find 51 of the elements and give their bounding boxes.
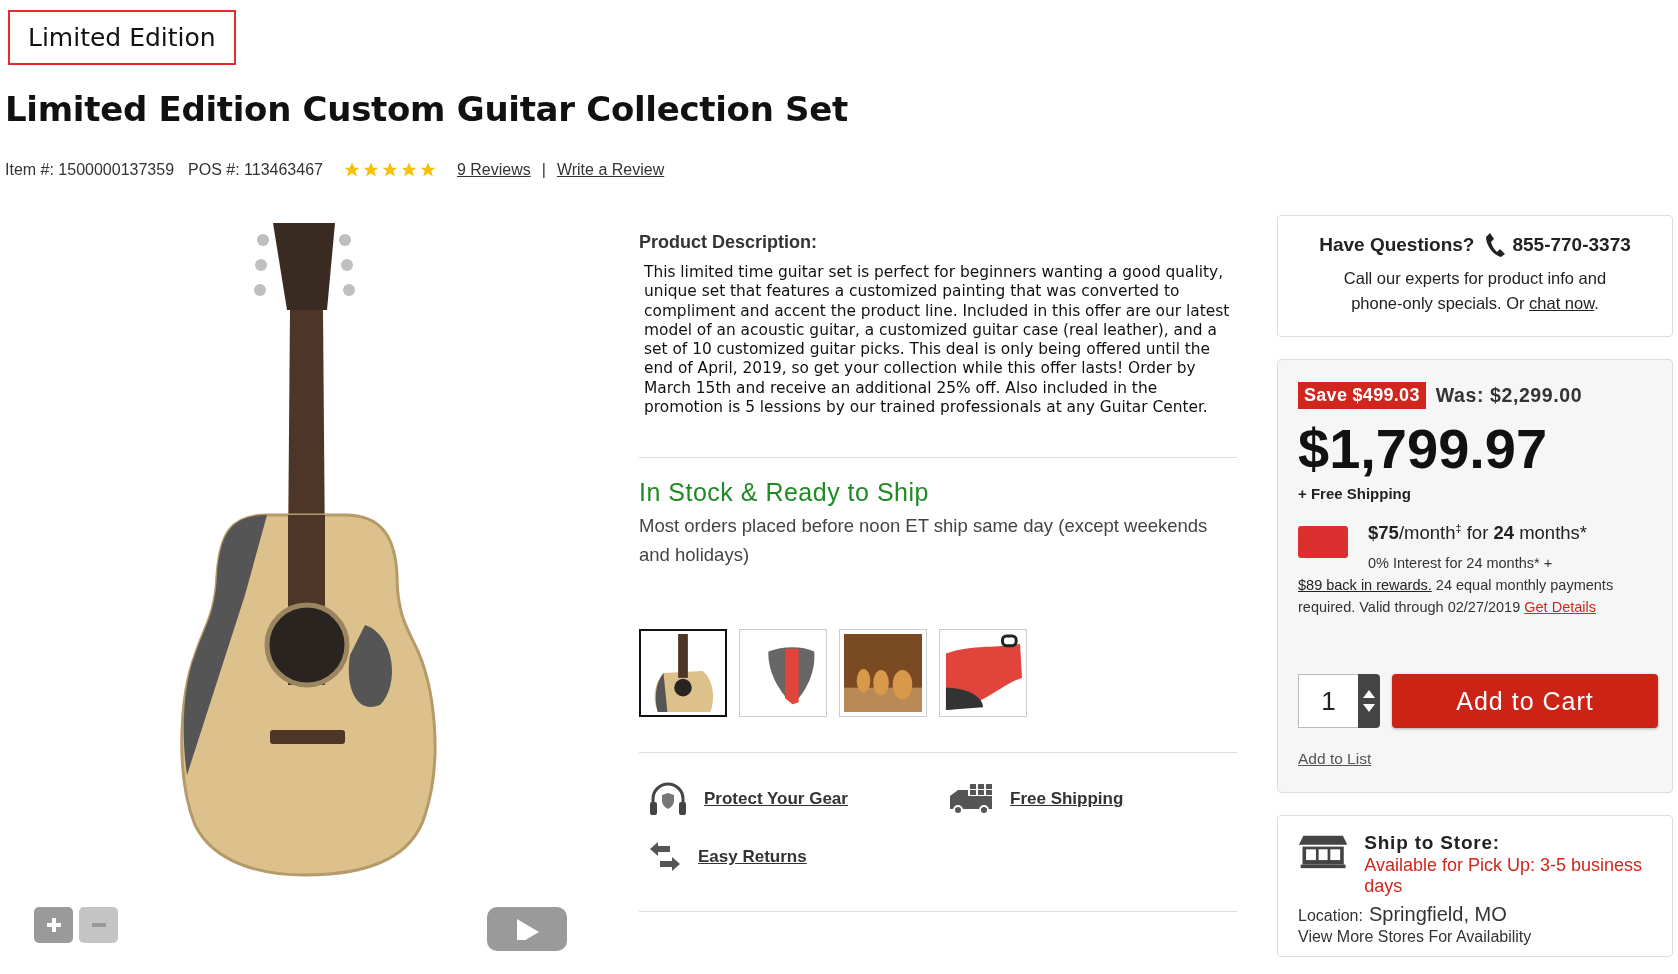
- rewards-link[interactable]: $89 back in rewards.: [1298, 577, 1432, 593]
- star-icon: [380, 161, 399, 179]
- guitar-pick-thumbnail[interactable]: [739, 629, 827, 718]
- perk-link[interactable]: Protect Your Gear: [704, 789, 848, 810]
- product-title: Limited Edition Custom Guitar Collection Set: [5, 89, 849, 129]
- play-button[interactable]: [487, 907, 567, 951]
- write-review-link[interactable]: Write a Review: [556, 161, 665, 179]
- savings-badge: Save $499.03: [1298, 382, 1426, 409]
- swap-arrows-icon: [648, 841, 682, 874]
- financing-text: 0% Interest for 24 months* + $89 back in rewards. 24 equal monthly payments required. Valid through 02/27/2019 Get Details: [1298, 554, 1615, 617]
- add-to-list-link[interactable]: Add to List: [1298, 750, 1372, 768]
- zoom-in-button[interactable]: [34, 907, 73, 943]
- star-icon: [361, 161, 380, 179]
- guitar-case-thumbnail[interactable]: [939, 629, 1027, 718]
- perk-link[interactable]: Easy Returns: [698, 847, 807, 868]
- ship-to-store-heading: Ship to Store:: [1364, 832, 1501, 854]
- get-details-link[interactable]: Get Details: [1524, 599, 1596, 615]
- guitar-thumbnail[interactable]: [639, 629, 727, 718]
- chat-now-link[interactable]: chat now: [1529, 294, 1595, 312]
- credit-card-drawing: [1298, 526, 1348, 558]
- add-to-cart-button[interactable]: Add to Cart: [1392, 674, 1658, 728]
- star-icon: [418, 161, 437, 179]
- questions-text: Call our experts for product info and phone-only specials. Or chat now.: [1342, 268, 1608, 314]
- star-icon: [399, 161, 418, 179]
- stock-status: In Stock & Ready to Ship: [639, 478, 930, 508]
- free-shipping-text: + Free Shipping: [1298, 485, 1412, 502]
- store-location: Springfield, MO: [1368, 903, 1507, 926]
- shipping-note: Most orders placed before noon ET ship same day (except weekends and holidays): [639, 514, 1209, 568]
- separator: |: [541, 161, 546, 179]
- location-label: Location:: [1298, 907, 1363, 925]
- description-text: This limited time guitar set is perfect for beginners wanting a good quality, unique set that features a customized painting that was converted to compliment and accent the product line. Included in this offer are our latest model of an acoustic guitar, a customized guitar case (real leather), and a set of 10 customized guitar picks. This deal is only being offered until the end of April, 2019, so get your collection while this offer lasts! Order by March 15th and receive an additional 25% off. Also included in the promotion is 5 lessions by our trained professionals at any Guitar Center.: [644, 263, 1231, 418]
- original-price: Was: $2,299.00: [1435, 384, 1583, 407]
- phone-number: 855-770-3373: [1512, 234, 1631, 256]
- questions-heading: Have Questions?: [1319, 234, 1475, 256]
- plus-icon: [45, 917, 62, 933]
- star-icon: [342, 161, 361, 179]
- sale-price: $1,799.97: [1298, 417, 1549, 481]
- more-stores-link[interactable]: View More Stores For Availability: [1298, 928, 1532, 946]
- description-heading: Product Description:: [639, 232, 818, 253]
- perk-link[interactable]: Free Shipping: [1010, 789, 1124, 810]
- quantity-field[interactable]: 1: [1298, 674, 1358, 728]
- stepper-control[interactable]: [1358, 674, 1380, 728]
- edition-badge: Limited Edition: [8, 10, 236, 65]
- store-photo-thumbnail[interactable]: [839, 629, 927, 718]
- pos-number: POS #: 113463467: [188, 161, 323, 179]
- phone-icon: [1484, 232, 1507, 258]
- reviews-link[interactable]: 9 Reviews: [456, 161, 531, 179]
- item-number: Item #: 1500000137359: [5, 161, 175, 179]
- headphones-icon: [648, 781, 688, 818]
- monthly-payment: $75/month$^{‡}$ for 24 months*: [1368, 521, 1588, 545]
- pickup-availability: Available for Pick Up: 3-5 business days: [1364, 855, 1644, 897]
